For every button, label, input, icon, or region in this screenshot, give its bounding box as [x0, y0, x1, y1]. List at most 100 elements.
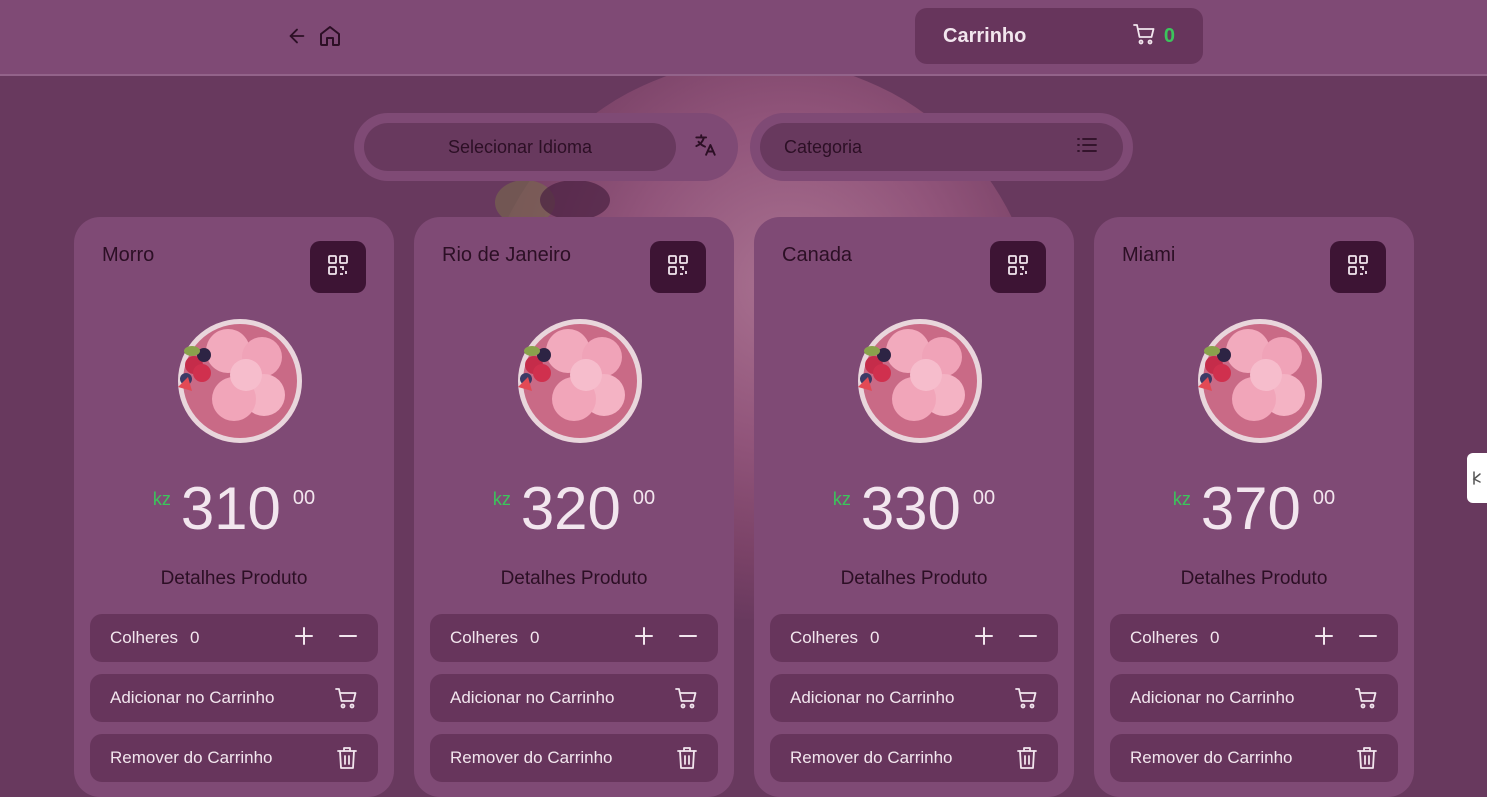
add-to-cart-button[interactable]: Adicionar no Carrinho [430, 674, 718, 722]
minus-icon[interactable] [1018, 626, 1038, 651]
product-price: kz 320 00 [414, 479, 734, 539]
spoons-label: Colheres [450, 628, 519, 647]
product-details-link[interactable]: Detalhes Produto [414, 568, 734, 590]
product-details-link[interactable]: Detalhes Produto [754, 568, 1074, 590]
price-currency: kz [832, 489, 851, 509]
language-select-label: Selecionar Idioma [447, 136, 593, 157]
shopping-cart-icon [1354, 686, 1378, 710]
product-details-link[interactable]: Detalhes Produto [74, 568, 394, 590]
ice-cream-image [518, 319, 642, 443]
ice-cream-image [178, 319, 302, 443]
add-to-cart-button[interactable]: Adicionar no Carrinho [1110, 674, 1398, 722]
trash-icon [336, 746, 358, 770]
spoons-count: 0 [530, 628, 540, 647]
shopping-cart-icon [334, 686, 358, 710]
remove-from-cart-button[interactable]: Remover do Carrinho [90, 734, 378, 782]
qr-code-button[interactable] [310, 241, 366, 293]
plus-icon[interactable] [634, 626, 654, 651]
product-card: Miami kz 370 00 Detalhes Produto Colhere… [1094, 217, 1414, 797]
ice-cream-image [858, 319, 982, 443]
remove-from-cart-label: Remover do Carrinho [110, 748, 273, 767]
category-select-button[interactable]: Categoria [760, 123, 1123, 171]
product-card: Morro kz 310 00 Detalhes Produto Colhere… [74, 217, 394, 797]
trash-icon [1016, 746, 1038, 770]
spoons-count: 0 [190, 628, 200, 647]
trash-icon [1356, 746, 1378, 770]
qr-code-icon [326, 253, 350, 282]
qr-code-button[interactable] [1330, 241, 1386, 293]
category-select-label: Categoria [784, 136, 863, 157]
spoons-count: 0 [870, 628, 880, 647]
trash-icon [676, 746, 698, 770]
price-currency: kz [492, 489, 511, 509]
price-decimals: 00 [292, 487, 316, 509]
add-to-cart-label: Adicionar no Carrinho [790, 688, 955, 707]
product-price: kz 310 00 [74, 479, 394, 539]
product-card: Canada kz 330 00 Detalhes Produto Colher… [754, 217, 1074, 797]
price-integer: 310 [180, 475, 281, 542]
qr-code-button[interactable] [990, 241, 1046, 293]
shopping-cart-icon [674, 686, 698, 710]
minus-icon[interactable] [338, 626, 358, 651]
product-name: Rio de Janeiro [442, 244, 571, 266]
product-name: Miami [1122, 244, 1176, 266]
add-to-cart-button[interactable]: Adicionar no Carrinho [90, 674, 378, 722]
price-integer: 330 [860, 475, 961, 542]
remove-from-cart-label: Remover do Carrinho [1130, 748, 1293, 767]
shopping-cart-icon [1014, 686, 1038, 710]
price-currency: kz [152, 489, 171, 509]
qr-code-icon [1346, 253, 1370, 282]
remove-from-cart-label: Remover do Carrinho [450, 748, 613, 767]
nav-icons [286, 24, 342, 48]
remove-from-cart-button[interactable]: Remover do Carrinho [770, 734, 1058, 782]
spoons-label: Colheres [790, 628, 859, 647]
language-select-button[interactable]: Selecionar Idioma [364, 123, 676, 171]
spoons-stepper: Colheres 0 [430, 614, 718, 662]
top-header: Carrinho 0 [0, 0, 1487, 76]
plus-icon[interactable] [1314, 626, 1334, 651]
remove-from-cart-button[interactable]: Remover do Carrinho [1110, 734, 1398, 782]
add-to-cart-button[interactable]: Adicionar no Carrinho [770, 674, 1058, 722]
product-price: kz 370 00 [1094, 479, 1414, 539]
minus-icon[interactable] [1358, 626, 1378, 651]
product-name: Morro [102, 244, 155, 266]
spoons-count: 0 [1210, 628, 1220, 647]
product-details-link[interactable]: Detalhes Produto [1094, 568, 1414, 590]
add-to-cart-label: Adicionar no Carrinho [1130, 688, 1295, 707]
remove-from-cart-label: Remover do Carrinho [790, 748, 953, 767]
qr-code-icon [666, 253, 690, 282]
ice-cream-image [1198, 319, 1322, 443]
plus-icon[interactable] [974, 626, 994, 651]
add-to-cart-label: Adicionar no Carrinho [110, 688, 275, 707]
spoons-stepper: Colheres 0 [1110, 614, 1398, 662]
category-selector: Categoria [750, 113, 1133, 181]
product-price: kz 330 00 [754, 479, 1074, 539]
product-grid: Morro kz 310 00 Detalhes Produto Colhere… [74, 217, 1414, 797]
drag-handle-icon[interactable] [1467, 453, 1487, 503]
cart-summary: 0 [1132, 22, 1175, 51]
spoons-stepper: Colheres 0 [770, 614, 1058, 662]
arrow-left-icon[interactable] [286, 25, 308, 47]
price-decimals: 00 [632, 487, 656, 509]
remove-from-cart-button[interactable]: Remover do Carrinho [430, 734, 718, 782]
translate-icon[interactable] [692, 132, 718, 163]
language-selector: Selecionar Idioma [354, 113, 738, 181]
plus-icon[interactable] [294, 626, 314, 651]
price-integer: 320 [520, 475, 621, 542]
shopping-cart-icon [1132, 22, 1156, 51]
list-icon [1075, 135, 1099, 160]
qr-code-button[interactable] [650, 241, 706, 293]
background-berry [540, 180, 610, 220]
product-name: Canada [782, 244, 853, 266]
add-to-cart-label: Adicionar no Carrinho [450, 688, 615, 707]
qr-code-icon [1006, 253, 1030, 282]
home-icon[interactable] [318, 24, 342, 48]
cart-button[interactable]: Carrinho 0 [915, 8, 1203, 64]
minus-icon[interactable] [678, 626, 698, 651]
spoons-stepper: Colheres 0 [90, 614, 378, 662]
cart-count: 0 [1163, 24, 1175, 47]
price-currency: kz [1172, 489, 1191, 509]
cart-title: Carrinho [943, 24, 1027, 47]
product-card: Rio de Janeiro kz 320 00 Detalhes Produt… [414, 217, 734, 797]
price-decimals: 00 [1312, 487, 1336, 509]
